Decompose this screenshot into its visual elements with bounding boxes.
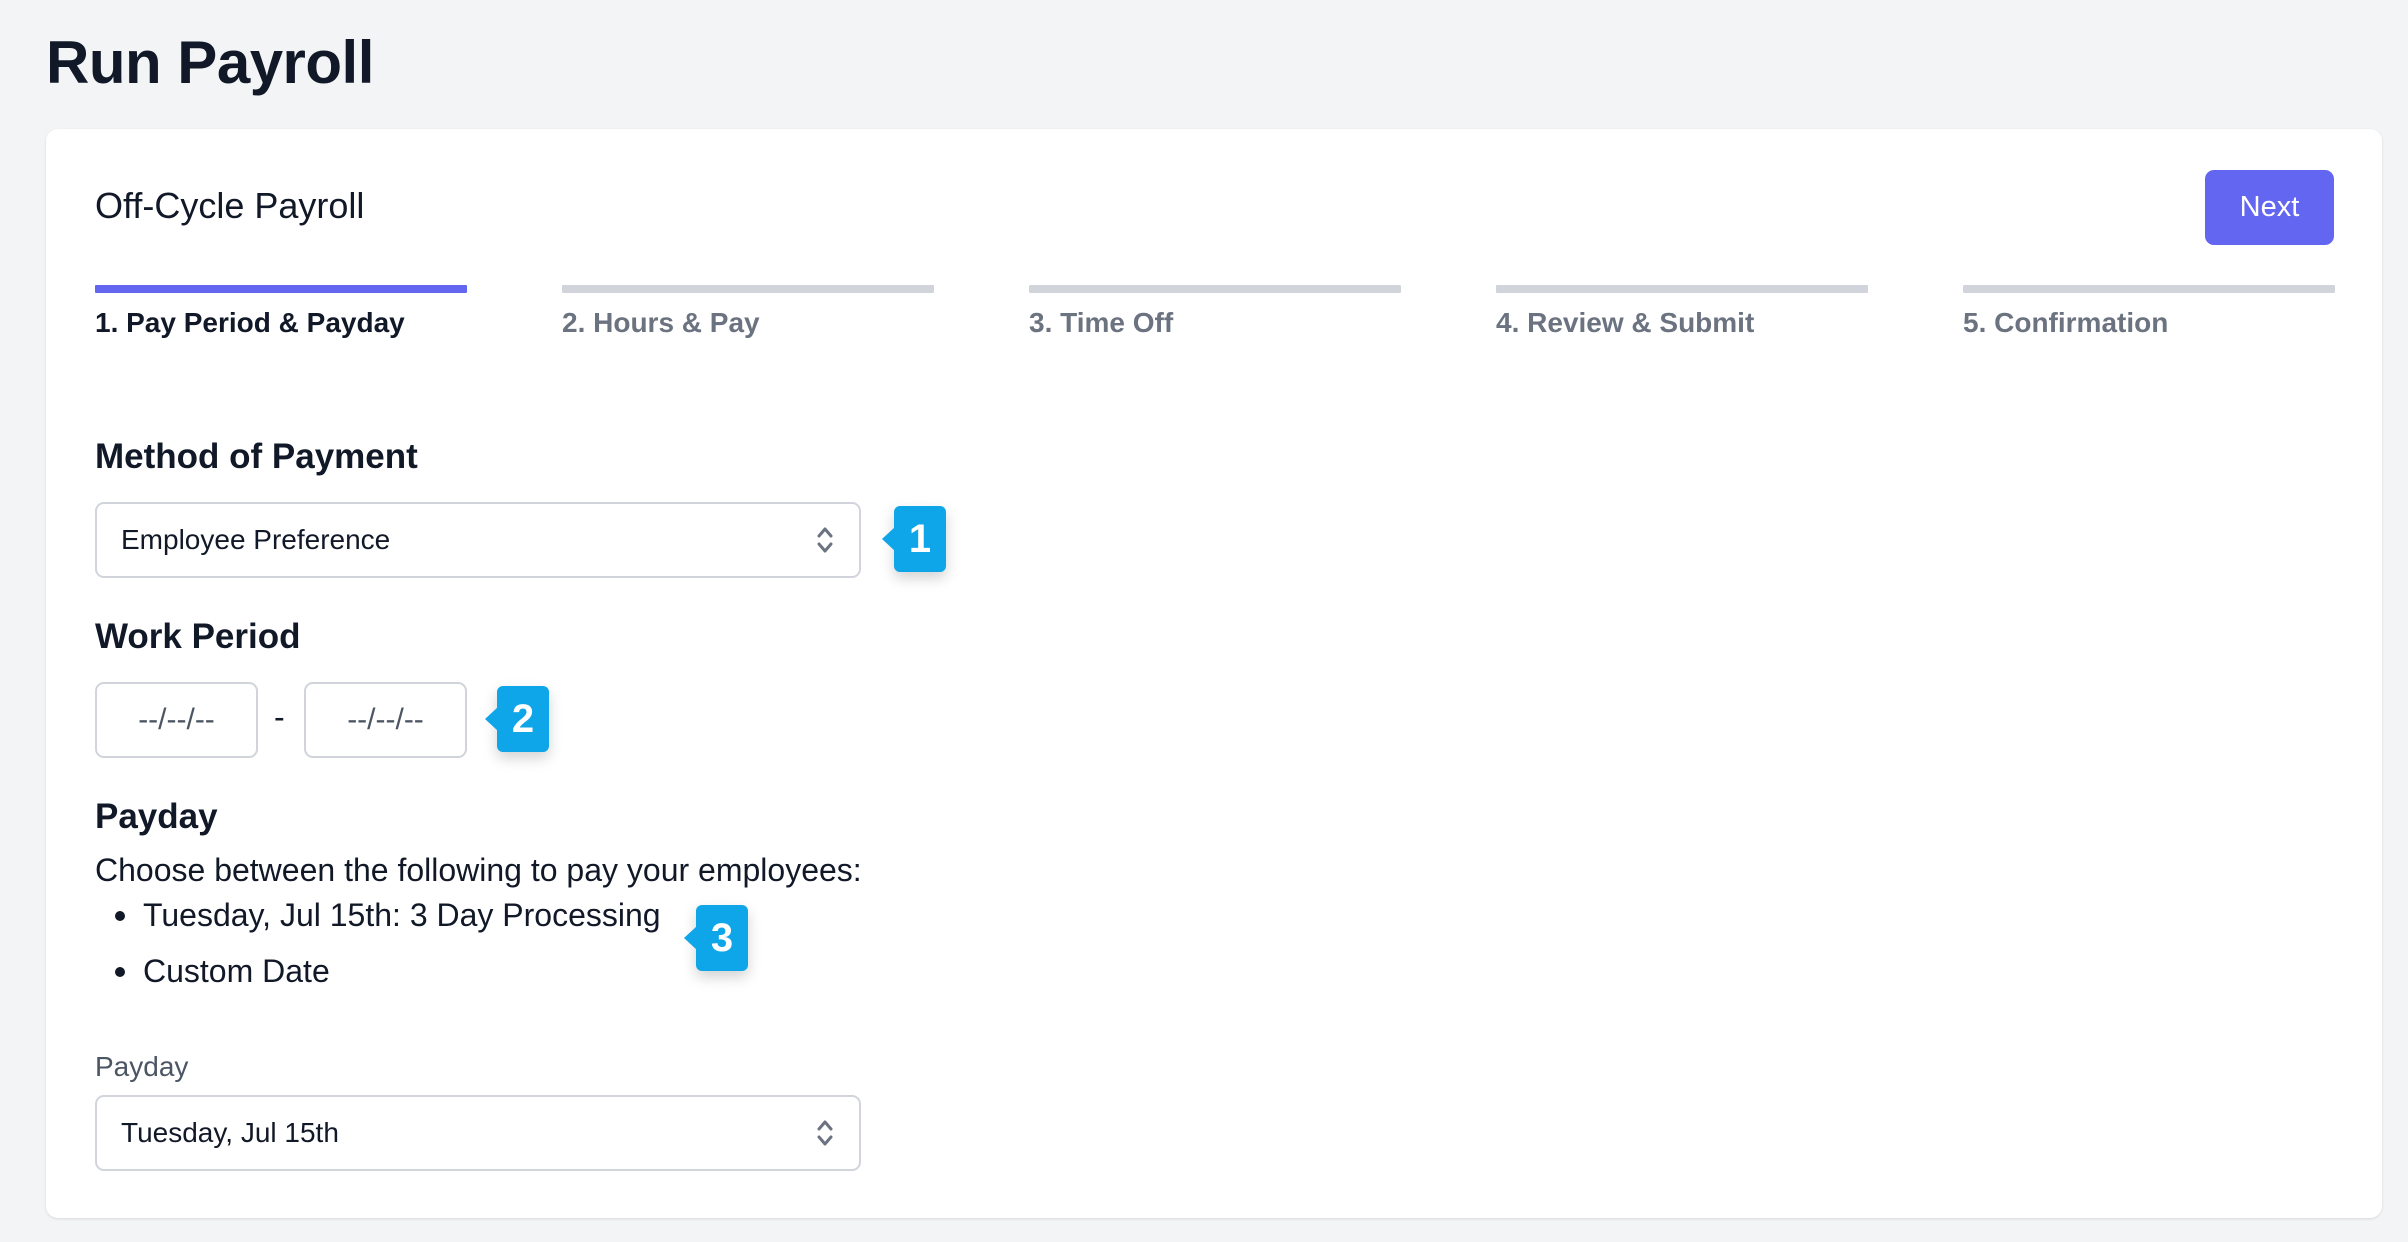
work-period-start-input[interactable]: --/--/-- xyxy=(95,682,258,758)
step-confirmation[interactable]: 5. Confirmation xyxy=(1963,285,2335,339)
work-period-label: Work Period xyxy=(95,617,301,656)
step-label: 4. Review & Submit xyxy=(1496,307,1755,338)
method-of-payment-value: Employee Preference xyxy=(121,524,391,555)
callout-badge: 3 xyxy=(696,905,748,971)
list-item: Tuesday, Jul 15th: 3 Day Processing xyxy=(95,887,661,943)
step-time-off[interactable]: 3. Time Off xyxy=(1029,285,1401,339)
payday-select[interactable]: Tuesday, Jul 15th xyxy=(95,1095,861,1171)
payday-value: Tuesday, Jul 15th xyxy=(121,1117,339,1148)
chevron-up-down-icon xyxy=(817,1120,833,1146)
step-bar xyxy=(1029,285,1401,293)
step-bar xyxy=(1496,285,1868,293)
card-title: Off-Cycle Payroll xyxy=(95,185,365,226)
page-title: Run Payroll xyxy=(46,29,374,96)
step-label: 5. Confirmation xyxy=(1963,307,2169,338)
payroll-card: Off-Cycle Payroll Next 1. Pay Period & P… xyxy=(46,129,2382,1218)
callout-badge: 2 xyxy=(497,686,549,752)
date-separator: - xyxy=(274,699,285,735)
step-bar xyxy=(1963,285,2335,293)
step-label: 1. Pay Period & Payday xyxy=(95,307,405,338)
step-bar xyxy=(562,285,934,293)
list-item: Custom Date xyxy=(95,943,661,999)
payday-field-label: Payday xyxy=(95,1051,189,1082)
step-bar xyxy=(95,285,467,293)
chevron-up-down-icon xyxy=(817,527,833,553)
payday-description: Choose between the following to pay your… xyxy=(95,852,862,888)
step-progress: 1. Pay Period & Payday 2. Hours & Pay 3.… xyxy=(95,285,2335,345)
step-label: 2. Hours & Pay xyxy=(562,307,760,338)
step-review-submit[interactable]: 4. Review & Submit xyxy=(1496,285,1868,339)
method-of-payment-select[interactable]: Employee Preference xyxy=(95,502,861,578)
step-pay-period[interactable]: 1. Pay Period & Payday xyxy=(95,285,467,339)
callout-badge: 1 xyxy=(894,506,946,572)
payday-label: Payday xyxy=(95,797,218,836)
step-label: 3. Time Off xyxy=(1029,307,1174,338)
next-button[interactable]: Next xyxy=(2205,170,2334,245)
payday-options-list: Tuesday, Jul 15th: 3 Day Processing Cust… xyxy=(95,887,661,999)
work-period-end-input[interactable]: --/--/-- xyxy=(304,682,467,758)
step-hours-pay[interactable]: 2. Hours & Pay xyxy=(562,285,934,339)
method-of-payment-label: Method of Payment xyxy=(95,437,418,476)
